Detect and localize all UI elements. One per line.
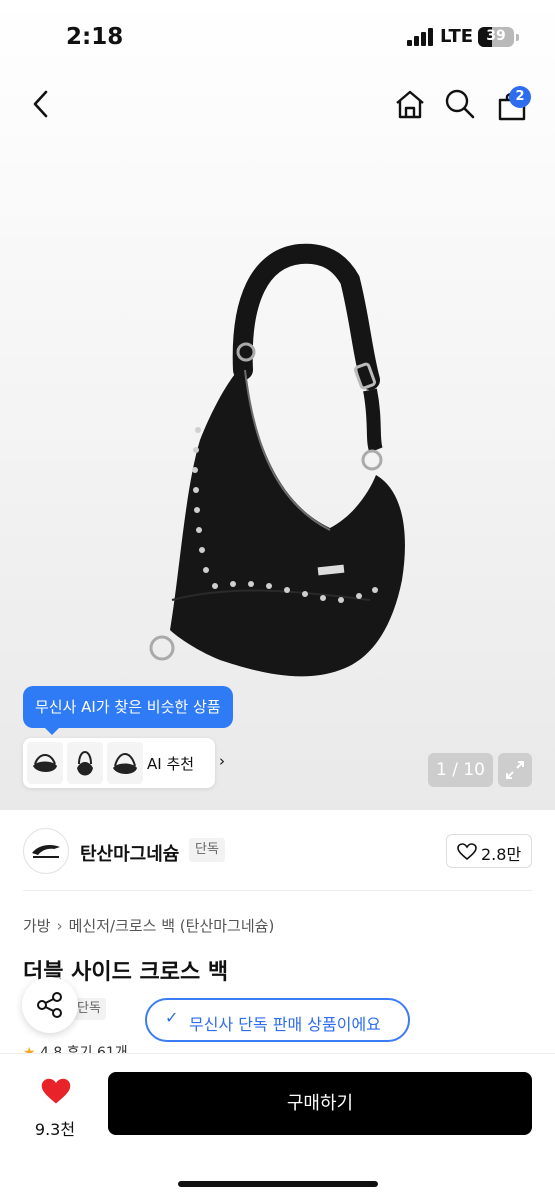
search-icon[interactable] <box>444 88 476 120</box>
home-icon[interactable] <box>393 88 427 120</box>
brand-like-count: 2.8만 <box>481 845 522 864</box>
product-image <box>149 243 405 677</box>
divider <box>23 890 532 891</box>
product-detail-screen: 무신사 AI가 찾은 비슷한 상품 AI 추천 › 1 / 10 2:18 LT… <box>0 0 555 1200</box>
status-bar: 2:18 LTE 39 <box>0 0 555 72</box>
expand-button[interactable] <box>498 753 532 787</box>
breadcrumb: 가방 › 메신저/크로스 백 (탄산마그네슘) <box>23 915 274 936</box>
wishlist-count: 9.3천 <box>34 1120 76 1139</box>
home-indicator <box>178 1181 378 1187</box>
ai-thumbnail[interactable] <box>107 742 143 784</box>
exclusive-banner: ✓ 무신사 단독 판매 상품이에요 <box>145 998 410 1042</box>
ai-recommend-label: AI 추천 <box>147 755 195 773</box>
exclusive-banner-text: 무신사 단독 판매 상품이에요 <box>189 1015 381 1034</box>
check-icon: ✓ <box>165 1008 179 1027</box>
chevron-right-icon: › <box>219 752 225 770</box>
battery-tip <box>516 34 519 41</box>
buy-button[interactable]: 구매하기 <box>108 1072 532 1135</box>
signal-icon <box>407 28 435 46</box>
brand-like-button[interactable]: 2.8만 <box>446 834 532 868</box>
back-icon[interactable] <box>28 88 56 120</box>
cart-count-badge: 2 <box>509 86 531 108</box>
ai-similar-tooltip: 무신사 AI가 찾은 비슷한 상품 <box>23 686 233 735</box>
ai-recommend-button[interactable]: AI 추천 › <box>23 738 225 788</box>
wishlist-button[interactable]: 9.3천 <box>20 1074 90 1144</box>
heart-icon <box>41 1078 71 1104</box>
heart-outline-icon <box>457 843 477 861</box>
ai-thumbnail[interactable] <box>67 742 103 784</box>
chevron-right-icon: › <box>56 917 63 935</box>
exclusive-badge: 단독 <box>189 838 225 862</box>
image-pager: 1 / 10 <box>428 753 493 787</box>
ai-thumbnail[interactable] <box>27 742 63 784</box>
expand-icon <box>506 761 524 779</box>
network-label: LTE <box>440 26 474 47</box>
share-icon <box>37 992 62 1018</box>
battery-icon: 39 <box>478 27 514 47</box>
share-button[interactable] <box>22 977 78 1033</box>
status-time: 2:18 <box>66 24 124 50</box>
brand-name[interactable]: 탄산마그네슘 <box>80 840 179 866</box>
product-image-gallery[interactable]: 무신사 AI가 찾은 비슷한 상품 AI 추천 › 1 / 10 <box>0 0 555 810</box>
breadcrumb-item[interactable]: 가방 <box>23 917 51 935</box>
purchase-bar: 9.3천 구매하기 <box>0 1053 555 1200</box>
battery-level: 39 <box>486 28 506 44</box>
breadcrumb-item[interactable]: 메신저/크로스 백 (탄산마그네슘) <box>69 917 275 935</box>
brand-logo[interactable] <box>23 828 69 874</box>
